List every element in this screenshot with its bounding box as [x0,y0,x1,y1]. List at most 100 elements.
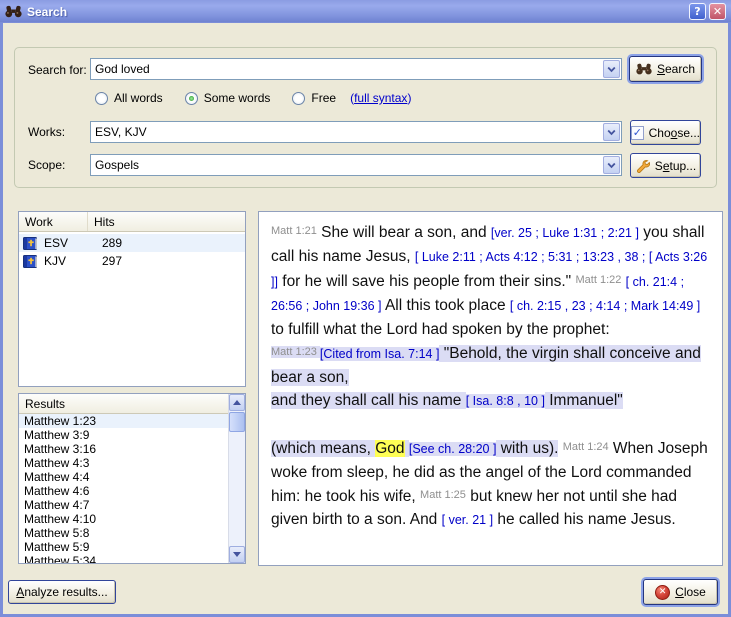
radio-free-label: Free [311,91,336,105]
list-item[interactable]: Matthew 1:23 [19,414,228,428]
radio-some-words[interactable]: Some words [185,91,271,105]
verse-text-flow: Matt 1:21 She will bear a son, and [ver.… [259,212,722,532]
scope-value: Gospels [91,158,603,172]
scroll-up-icon [233,400,241,405]
verse-text: All this took place [382,297,510,314]
list-item[interactable]: Matthew 5:34 [19,554,228,563]
verse-text: (which means, [271,440,375,457]
scrollbar-thumb[interactable] [229,412,245,432]
verse-text: to fulfill what the Lord had spoken by t… [271,321,610,338]
hits-table-body: ESV 289 KJV 297 [19,232,245,270]
list-item[interactable]: Matthew 4:3 [19,456,228,470]
verse-text: with us). [496,440,558,457]
scroll-down-icon [233,552,241,557]
help-button[interactable]: ? [689,3,706,20]
radio-circle-icon [292,92,305,105]
dialog-client-area: Search for: [3,23,728,614]
works-value: ESV, KJV [91,125,603,139]
wrench-icon [635,158,650,173]
list-item[interactable]: Matthew 3:16 [19,442,228,456]
search-input[interactable] [91,62,603,76]
word-mode-options: All words Some words Free (full syntax) [95,91,411,105]
search-for-label: Search for: [28,63,87,77]
hits-table-header: Work Hits [19,212,245,232]
setup-scope-button[interactable]: Setup... [630,153,701,178]
work-name: ESV [44,236,89,250]
chevron-down-icon [607,129,616,136]
search-button[interactable]: Search [629,56,702,82]
verse-number: Matt 1:25 [420,489,466,501]
close-button-label: Close [675,585,706,599]
radio-some-words-label: Some words [204,91,271,105]
book-icon [23,237,38,250]
works-dropdown-button[interactable] [603,123,620,141]
list-item[interactable]: Matthew 4:10 [19,512,228,526]
verse-text: he called his name Jesus. [493,511,676,528]
verse-number: Matt 1:23 [271,346,320,358]
list-item[interactable]: Matthew 4:6 [19,484,228,498]
search-input-combobox [90,58,622,80]
radio-all-words[interactable]: All words [95,91,163,105]
cross-reference-link[interactable]: [Cited from Isa. 7:14 ] [320,347,440,361]
list-item[interactable]: Matthew 5:8 [19,526,228,540]
scroll-up-button[interactable] [229,394,245,411]
radio-all-words-label: All words [114,91,163,105]
results-header: Results [19,394,245,414]
list-item[interactable]: Matthew 3:9 [19,428,228,442]
work-column-header[interactable]: Work [19,212,88,231]
choose-button-label: Choose... [649,126,700,140]
search-hit-highlight: God [375,440,404,457]
search-dropdown-button[interactable] [603,60,620,78]
radio-circle-icon [95,92,108,105]
verse-number: Matt 1:22 [576,274,622,286]
verse-text-panel[interactable]: Matt 1:21 She will bear a son, and [ver.… [258,211,723,566]
analyze-results-button[interactable]: Analyze results... [8,580,116,604]
table-row[interactable]: ESV 289 [19,234,245,252]
list-item[interactable]: Matthew 4:4 [19,470,228,484]
scope-label: Scope: [28,158,65,172]
cross-reference-link[interactable]: [ Isa. 8:8 , 10 ] [466,394,545,408]
choose-works-button[interactable]: ✓ Choose... [630,120,701,145]
results-scrollbar[interactable] [228,394,245,563]
list-item[interactable]: Matthew 4:7 [19,498,228,512]
setup-button-label: Setup... [655,159,696,173]
verse-text: for he will save his people from their s… [278,273,576,290]
cross-reference-link[interactable]: [See ch. 28:20 ] [409,442,497,456]
hit-count: 289 [102,236,122,250]
works-combobox[interactable]: ESV, KJV [90,121,622,143]
results-list-body: Matthew 1:23Matthew 3:9Matthew 3:16Matth… [19,414,228,563]
works-label: Works: [28,125,65,139]
verse-number: Matt 1:24 [563,441,609,453]
window-title: Search [27,5,689,19]
binoculars-icon [636,63,652,75]
cross-reference-link[interactable]: [ ver. 21 ] [442,513,493,527]
hit-count: 297 [102,254,122,268]
search-dialog-window: Search ? ✕ Search for: [0,0,731,617]
work-name: KJV [44,254,89,268]
checkmark-icon: ✓ [631,126,644,140]
verse-text: and they shall call his name [271,392,466,409]
verse-number: Matt 1:21 [271,225,317,237]
full-syntax-link[interactable]: (full syntax) [350,91,411,105]
verse-text: She will bear a son, and [317,224,491,241]
radio-free[interactable]: Free [292,91,336,105]
window-close-button[interactable]: ✕ [709,3,726,20]
analyze-button-label: Analyze results... [16,585,107,599]
binoculars-icon [5,5,22,18]
title-bar[interactable]: Search ? ✕ [0,0,731,23]
cross-reference-link[interactable]: [ver. 25 ; Luke 1:31 ; 2:21 ] [491,226,639,240]
verse-text: Immanuel" [545,392,623,409]
table-row[interactable]: KJV 297 [19,252,245,270]
close-button[interactable]: ✕ Close [643,579,718,605]
results-list: Results Matthew 1:23Matthew 3:9Matthew 3… [18,393,246,564]
scope-combobox[interactable]: Gospels [90,154,622,176]
close-circle-icon: ✕ [655,585,670,600]
list-item[interactable]: Matthew 5:9 [19,540,228,554]
search-button-label: Search [657,62,695,76]
hits-table: Work Hits ESV 289 KJV 297 [18,211,246,387]
cross-reference-link[interactable]: [ ch. 2:15 , 23 ; 4:14 ; Mark 14:49 ] [510,299,700,313]
scroll-down-button[interactable] [229,546,245,563]
scope-dropdown-button[interactable] [603,156,620,174]
chevron-down-icon [607,162,616,169]
hits-column-header[interactable]: Hits [88,215,115,229]
